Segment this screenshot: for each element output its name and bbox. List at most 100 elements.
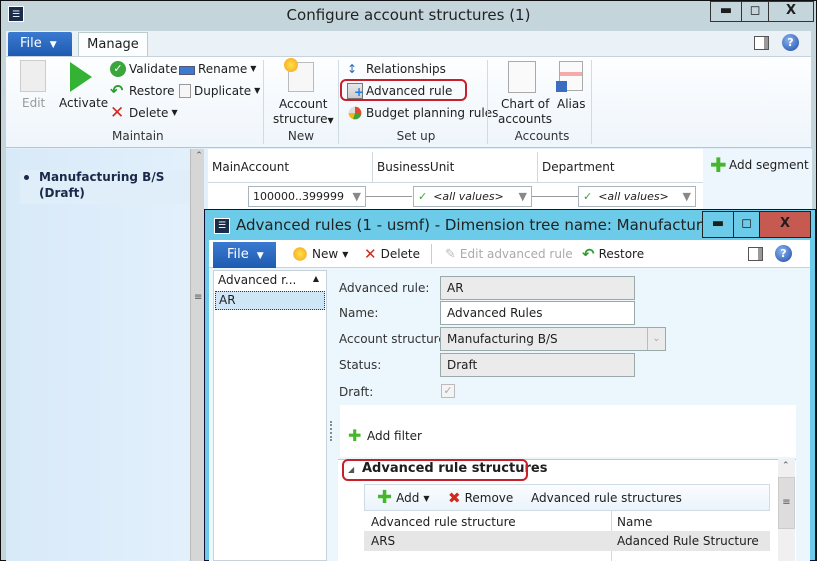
child-layout-icon[interactable] bbox=[748, 247, 763, 261]
list-item[interactable]: AR bbox=[215, 291, 325, 310]
add-segment-button[interactable]: ✚ Add segment bbox=[710, 155, 809, 175]
new-button[interactable]: New ▼ bbox=[292, 243, 348, 265]
mainaccount-filter[interactable]: 100000..399999 ▼ bbox=[248, 186, 366, 207]
businessunit-filter[interactable]: ✓ <all values> ▼ bbox=[413, 186, 532, 207]
dropdown-arrow-icon: ▼ bbox=[327, 116, 334, 125]
undo-arrow-icon: ↶ bbox=[110, 81, 124, 100]
undo-arrow-icon: ↶ bbox=[582, 245, 595, 263]
relationships-button[interactable]: ↕ Relationships bbox=[347, 59, 446, 79]
divider bbox=[208, 182, 703, 183]
department-filter[interactable]: ✓ <all values> ▼ bbox=[578, 186, 696, 207]
edit-document-icon bbox=[20, 60, 46, 92]
status-field[interactable]: Draft bbox=[440, 353, 635, 377]
delete-button[interactable]: ✕ Delete ▼ bbox=[110, 103, 178, 123]
segment-header-businessunit[interactable]: BusinessUnit bbox=[373, 152, 538, 182]
chevron-down-icon: ▼ bbox=[49, 40, 57, 50]
child-restore-button[interactable]: ↶ Restore bbox=[582, 243, 644, 265]
pie-chart-icon bbox=[348, 106, 362, 120]
restore-button[interactable]: ↶ Restore bbox=[110, 81, 175, 101]
advanced-rule-field[interactable]: AR bbox=[440, 276, 635, 300]
pane-resize-grip-icon[interactable] bbox=[330, 421, 332, 441]
edit-button[interactable]: Edit bbox=[22, 96, 45, 110]
add-filter-button[interactable]: ✚ Add filter bbox=[348, 426, 422, 446]
account-structure-value: Manufacturing B/S bbox=[447, 332, 558, 346]
sort-ascending-icon[interactable]: ▲ bbox=[313, 274, 319, 283]
dropdown-arrow-icon: ▼ bbox=[342, 249, 349, 259]
name-label: Name: bbox=[339, 306, 379, 320]
duplicate-label: Duplicate bbox=[194, 84, 252, 98]
activate-button[interactable]: Activate bbox=[59, 96, 108, 110]
relationships-label: Relationships bbox=[366, 62, 446, 76]
list-column-header[interactable]: Advanced r... ▲ bbox=[215, 273, 325, 291]
pane-scrollbar[interactable] bbox=[190, 149, 204, 561]
budget-planning-rules-button[interactable]: Budget planning rules bbox=[347, 103, 498, 123]
list-header-label: Advanced r... bbox=[218, 273, 297, 287]
validate-label: Validate bbox=[129, 62, 178, 76]
structure-list-item[interactable]: Manufacturing B/S (Draft) bbox=[20, 170, 190, 204]
name-field[interactable]: Advanced Rules bbox=[440, 301, 635, 325]
new-star-icon bbox=[293, 247, 307, 261]
edit-advanced-rule-label: Edit advanced rule bbox=[459, 247, 573, 261]
account-structure-button[interactable]: structure▼ bbox=[273, 112, 334, 126]
child-delete-button[interactable]: ✕ Delete bbox=[364, 243, 420, 265]
account-structure-line2: structure bbox=[273, 112, 328, 126]
plus-icon: ✚ bbox=[348, 426, 362, 445]
child-file-label: File bbox=[227, 247, 249, 262]
cell-structure: ARS bbox=[371, 534, 396, 548]
file-menu-button[interactable]: File ▼ bbox=[8, 32, 72, 56]
splitter-grip-icon[interactable]: ≡ bbox=[194, 293, 202, 303]
tab-manage[interactable]: Manage bbox=[78, 32, 148, 58]
delete-label: Delete bbox=[129, 106, 169, 120]
draft-checkbox[interactable]: ✓ bbox=[441, 384, 455, 398]
file-label: File bbox=[20, 36, 42, 51]
ars-add-label: Add bbox=[396, 491, 420, 505]
group-label-setup: Set up bbox=[396, 129, 436, 143]
table-row[interactable]: ARS Adanced Rule Structure bbox=[364, 531, 770, 551]
dropdown-arrow-icon: ▼ bbox=[254, 86, 261, 95]
child-help-icon[interactable]: ? bbox=[775, 245, 792, 262]
scroll-up-icon[interactable]: ⌃ bbox=[191, 151, 207, 167]
section-scrollbar[interactable]: ⌃ ≡ bbox=[778, 459, 795, 561]
chart-of-accounts-line2[interactable]: accounts bbox=[498, 112, 552, 126]
relationships-icon: ↕ bbox=[347, 62, 358, 76]
help-icon[interactable]: ? bbox=[782, 34, 799, 51]
child-minimize-button[interactable]: ▬ bbox=[702, 211, 734, 238]
rename-icon bbox=[179, 66, 195, 75]
scroll-thumb[interactable]: ≡ bbox=[778, 477, 795, 529]
chart-of-accounts-line1[interactable]: Chart of bbox=[501, 97, 549, 111]
rename-label: Rename bbox=[198, 62, 248, 76]
child-maximize-button[interactable]: ◻ bbox=[733, 211, 760, 238]
maximize-button[interactable]: ◻ bbox=[741, 1, 769, 22]
chevron-down-icon[interactable]: ⌄ bbox=[647, 328, 665, 350]
edit-advanced-rule-button[interactable]: ✎ Edit advanced rule bbox=[445, 243, 573, 265]
ars-structures-button[interactable]: Advanced rule structures bbox=[531, 487, 682, 509]
filter-icon[interactable]: ▼ bbox=[353, 190, 361, 203]
validate-button[interactable]: ✓ Validate bbox=[110, 59, 177, 79]
alias-button[interactable]: Alias bbox=[557, 97, 585, 111]
ars-add-button[interactable]: ✚ Add ▼ bbox=[377, 487, 429, 509]
ars-remove-button[interactable]: ✖ Remove bbox=[448, 487, 513, 509]
column-header-structure[interactable]: Advanced rule structure bbox=[371, 515, 516, 529]
child-restore-label: Restore bbox=[598, 247, 645, 261]
child-app-logo-icon: ☰ bbox=[214, 218, 230, 234]
structure-name: Manufacturing B/S bbox=[39, 170, 165, 184]
scroll-up-icon[interactable]: ⌃ bbox=[782, 461, 790, 471]
advanced-rule-label: Advanced rule: bbox=[339, 281, 430, 295]
toolbar-separator bbox=[431, 244, 432, 264]
minimize-button[interactable]: ▬ bbox=[710, 1, 742, 22]
checkmark-icon: ✓ bbox=[418, 190, 428, 203]
close-button[interactable]: X bbox=[768, 1, 814, 22]
segment-header-mainaccount[interactable]: MainAccount bbox=[208, 152, 373, 182]
child-close-button[interactable]: X bbox=[759, 211, 811, 238]
child-file-menu-button[interactable]: File ▼ bbox=[213, 242, 276, 268]
filter-icon[interactable]: ▼ bbox=[519, 190, 527, 203]
account-structure-line1[interactable]: Account bbox=[279, 97, 327, 111]
layout-icon[interactable] bbox=[754, 36, 769, 50]
duplicate-button[interactable]: Duplicate ▼ bbox=[179, 81, 260, 101]
child-delete-label: Delete bbox=[380, 247, 421, 261]
rename-button[interactable]: Rename ▼ bbox=[179, 59, 256, 79]
column-header-name[interactable]: Name bbox=[617, 515, 652, 529]
account-structure-select[interactable]: Manufacturing B/S ⌄ bbox=[440, 327, 666, 351]
segment-header-department[interactable]: Department bbox=[538, 152, 703, 182]
filter-icon[interactable]: ▼ bbox=[683, 190, 691, 203]
